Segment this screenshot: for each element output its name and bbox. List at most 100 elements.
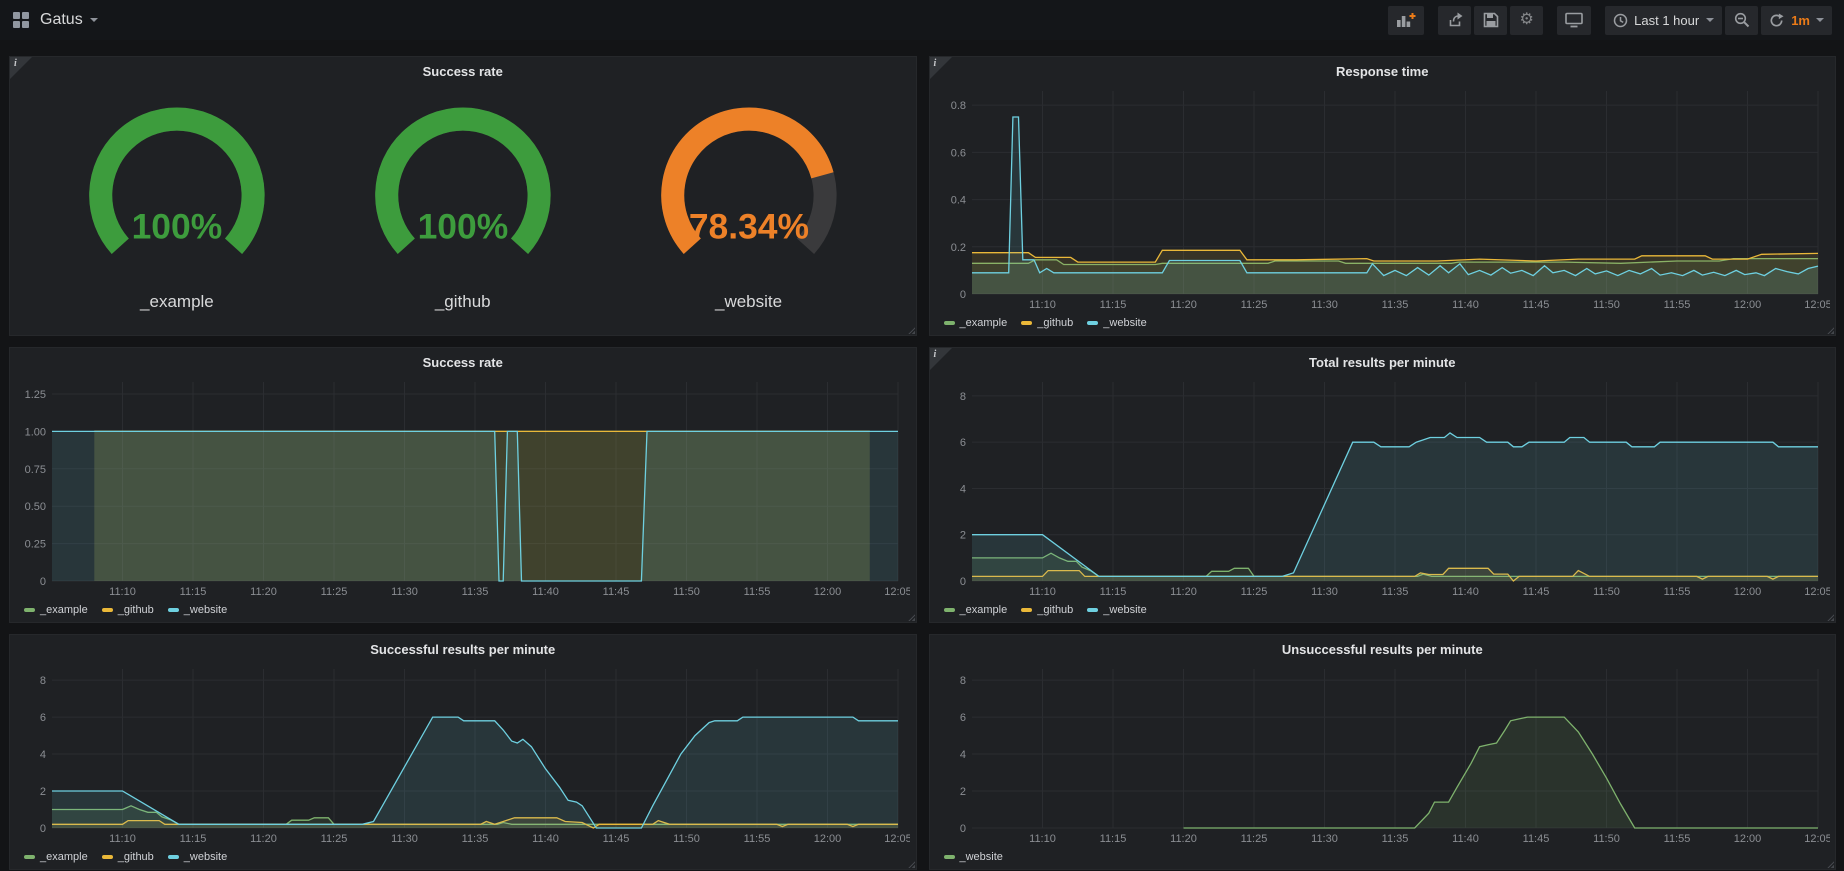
svg-text:12:00: 12:00: [814, 833, 842, 845]
svg-text:0: 0: [40, 823, 46, 835]
panel-title[interactable]: Unsuccessful results per minute: [930, 635, 1836, 659]
legend-item[interactable]: _website: [168, 604, 227, 616]
legend-item[interactable]: _github: [102, 851, 154, 863]
svg-text:12:00: 12:00: [1733, 833, 1761, 845]
settings-button[interactable]: ⚙: [1510, 6, 1543, 35]
panel-title[interactable]: Response time: [930, 57, 1836, 81]
svg-text:11:45: 11:45: [1522, 299, 1549, 311]
tv-mode-button[interactable]: [1557, 6, 1591, 35]
panel-resize-handle[interactable]: [1825, 859, 1834, 868]
settings-gear-icon: ⚙: [1519, 12, 1533, 28]
panel-resize-handle[interactable]: [1825, 612, 1834, 621]
success-rate-chart[interactable]: 00.250.500.751.001.2511:1011:1511:2011:2…: [16, 374, 910, 600]
legend-item[interactable]: _example: [24, 851, 88, 863]
legend-item[interactable]: _github: [102, 604, 154, 616]
svg-text:11:25: 11:25: [321, 586, 348, 598]
svg-text:78.34%: 78.34%: [688, 207, 808, 247]
svg-text:100%: 100%: [417, 207, 508, 247]
panel-info-icon[interactable]: i: [930, 57, 952, 79]
caret-down-icon: [1816, 18, 1824, 22]
svg-text:0.6: 0.6: [950, 147, 965, 159]
panel-resize-handle[interactable]: [906, 612, 915, 621]
svg-text:0: 0: [959, 576, 965, 588]
gauge-label: _website: [616, 292, 882, 312]
total-results-chart[interactable]: 0246811:1011:1511:2011:2511:3011:3511:40…: [936, 374, 1830, 600]
svg-text:11:20: 11:20: [250, 586, 277, 598]
panel-success-rate-gauges: i Success rate 100% _example 100% _githu…: [9, 56, 917, 336]
legend-item[interactable]: _example: [944, 317, 1008, 329]
svg-text:0: 0: [40, 576, 46, 588]
svg-text:12:05: 12:05: [1804, 833, 1830, 845]
successful-results-chart[interactable]: 0246811:1011:1511:2011:2511:3011:3511:40…: [16, 661, 910, 847]
svg-text:12:05: 12:05: [884, 833, 910, 845]
panel-resize-handle[interactable]: [906, 325, 915, 334]
zoom-out-button[interactable]: [1725, 6, 1758, 35]
panel-resize-handle[interactable]: [1825, 325, 1834, 334]
unsuccessful-results-chart[interactable]: 0246811:1011:1511:2011:2511:3011:3511:40…: [936, 661, 1830, 847]
svg-text:11:25: 11:25: [1240, 833, 1267, 845]
time-range-picker[interactable]: Last 1 hour: [1605, 6, 1722, 35]
panel-info-icon[interactable]: i: [930, 348, 952, 370]
panel-title[interactable]: Success rate: [10, 57, 916, 81]
svg-text:11:30: 11:30: [391, 586, 418, 598]
panel-title[interactable]: Total results per minute: [930, 348, 1836, 372]
top-navbar: Gatus ⚙: [0, 0, 1844, 40]
tv-mode-icon: [1565, 12, 1583, 28]
legend-item[interactable]: _example: [24, 604, 88, 616]
save-button[interactable]: [1474, 6, 1507, 35]
svg-text:12:05: 12:05: [1804, 299, 1830, 311]
legend-item[interactable]: _example: [944, 604, 1008, 616]
share-button[interactable]: [1438, 6, 1471, 35]
panel-resize-handle[interactable]: [906, 859, 915, 868]
legend-item[interactable]: _website: [1087, 317, 1146, 329]
svg-text:11:30: 11:30: [1311, 299, 1338, 311]
response-time-chart[interactable]: 00.20.40.60.811:1011:1511:2011:2511:3011…: [936, 83, 1830, 313]
refresh-icon: [1769, 13, 1784, 28]
svg-text:11:55: 11:55: [744, 833, 771, 845]
svg-text:11:20: 11:20: [1170, 833, 1197, 845]
add-panel-button[interactable]: [1388, 6, 1424, 35]
svg-text:6: 6: [959, 437, 965, 449]
svg-text:11:35: 11:35: [1381, 586, 1408, 598]
legend-item[interactable]: _github: [1021, 317, 1073, 329]
chart-legend: _example _github _website: [16, 600, 910, 620]
svg-text:11:35: 11:35: [1381, 299, 1408, 311]
svg-text:0.50: 0.50: [25, 501, 46, 513]
svg-text:0.4: 0.4: [950, 195, 965, 207]
gauge-label: _github: [330, 292, 596, 312]
add-panel-icon: [1396, 12, 1416, 28]
legend-item[interactable]: _website: [944, 851, 1003, 863]
gauge-_github: 100% _github: [330, 104, 596, 312]
chart-legend: _example _github _website: [936, 600, 1830, 620]
caret-down-icon: [1706, 18, 1714, 22]
svg-text:0.25: 0.25: [25, 539, 46, 551]
svg-text:11:30: 11:30: [1311, 586, 1338, 598]
legend-item[interactable]: _github: [1021, 604, 1073, 616]
svg-text:0.75: 0.75: [25, 464, 46, 476]
panel-title[interactable]: Successful results per minute: [10, 635, 916, 659]
dashboard-grid-icon[interactable]: [12, 11, 30, 29]
svg-text:11:45: 11:45: [1522, 586, 1549, 598]
svg-text:11:15: 11:15: [1099, 833, 1126, 845]
svg-text:4: 4: [40, 749, 46, 761]
panel-unsuccessful-results: Unsuccessful results per minute 0246811:…: [929, 634, 1837, 870]
dashboard-title[interactable]: Gatus: [40, 11, 98, 29]
svg-text:11:50: 11:50: [1593, 833, 1620, 845]
svg-text:11:15: 11:15: [1099, 586, 1126, 598]
panel-info-icon[interactable]: i: [10, 57, 32, 79]
legend-item[interactable]: _website: [168, 851, 227, 863]
panel-title[interactable]: Success rate: [10, 348, 916, 372]
svg-text:11:55: 11:55: [1663, 299, 1690, 311]
svg-text:11:25: 11:25: [1240, 299, 1267, 311]
gauge-_example: 100% _example: [44, 104, 310, 312]
legend-item[interactable]: _website: [1087, 604, 1146, 616]
svg-text:12:00: 12:00: [814, 586, 842, 598]
gauge-row: 100% _example 100% _github 78.34% _websi…: [16, 83, 910, 333]
svg-text:11:55: 11:55: [1663, 586, 1690, 598]
refresh-interval-label: 1m: [1791, 13, 1810, 28]
svg-text:8: 8: [40, 675, 46, 687]
svg-text:0: 0: [959, 823, 965, 835]
refresh-button[interactable]: 1m: [1761, 6, 1832, 35]
svg-text:11:40: 11:40: [532, 586, 559, 598]
svg-text:11:50: 11:50: [1593, 299, 1620, 311]
